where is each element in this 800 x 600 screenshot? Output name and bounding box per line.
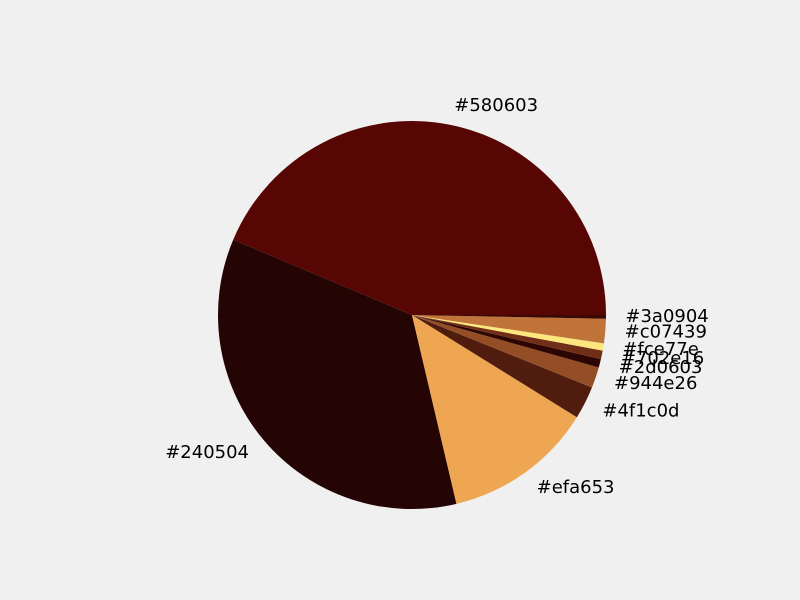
- pie-chart: #580603#240504#efa653#4f1c0d#944e26#2d06…: [165, 95, 709, 510]
- pie-label-3a0904: #3a0904: [625, 306, 708, 327]
- pie-label-efa653: #efa653: [537, 477, 615, 498]
- pie-label-240504: #240504: [165, 442, 249, 463]
- pie-label-4f1c0d: #4f1c0d: [602, 400, 679, 421]
- pie-label-580603: #580603: [454, 95, 538, 116]
- pie-slices: [217, 120, 606, 510]
